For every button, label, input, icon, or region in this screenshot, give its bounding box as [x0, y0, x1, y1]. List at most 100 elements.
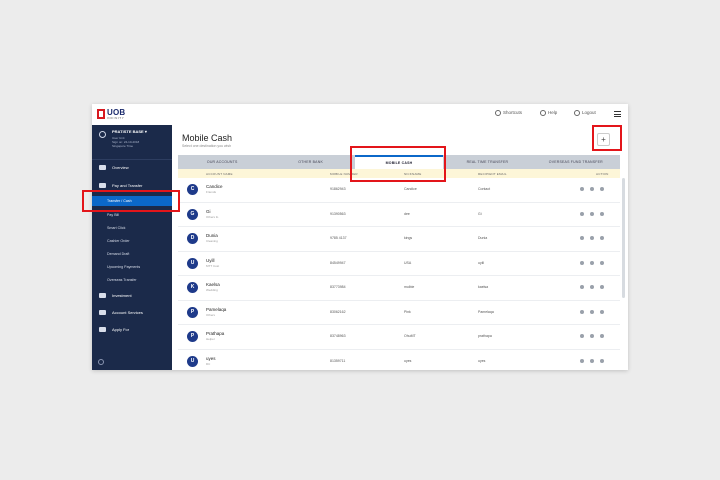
mobile-number: 91862943 [330, 187, 346, 191]
view-icon[interactable] [580, 236, 584, 240]
logo-subtext: INFINITY [107, 116, 125, 120]
sidebar-subitem-cashier-order[interactable]: Cashier Order [107, 239, 130, 243]
avatar: P [187, 306, 198, 318]
sidebar-subitem-overseas-transfer[interactable]: Overseas Transfer [107, 278, 137, 282]
help-button[interactable]: Help [540, 110, 557, 116]
page-subtitle: Select one destination you wish [182, 144, 232, 148]
mobile-number: 84549947 [330, 260, 346, 265]
delete-icon[interactable] [600, 334, 604, 338]
profile-line: Singapore Time [112, 144, 134, 148]
column-header: ACCOUNT NAME [206, 172, 233, 176]
logout-icon [574, 110, 580, 116]
view-icon[interactable] [580, 309, 584, 314]
avatar: P [187, 331, 198, 342]
avatar: U [187, 257, 198, 269]
mobile-number: 83062162 [330, 309, 346, 314]
tab-real-time-transfer[interactable]: REAL TIME TRANSFER [443, 155, 531, 169]
recipient-email: Dunia [478, 236, 488, 240]
investment-icon [99, 293, 106, 298]
scrollbar[interactable] [622, 178, 625, 298]
view-icon[interactable] [580, 285, 584, 289]
avatar: U [187, 355, 198, 367]
payee-category: Cleaning [206, 239, 218, 243]
payee-name: Kaelsa [206, 282, 220, 287]
logout-label: Logout [582, 110, 596, 116]
edit-icon[interactable] [590, 358, 594, 363]
tab-overseas-fund-transfer[interactable]: OVERSEAS FUND TRANSFER [532, 155, 620, 169]
edit-icon[interactable] [590, 260, 594, 265]
table-row[interactable]: D Dunia Cleaning 9785 4137 kings Dunia [178, 227, 620, 252]
edit-icon[interactable] [590, 285, 594, 289]
view-icon[interactable] [580, 358, 584, 363]
help-label: Help [548, 110, 558, 116]
delete-icon[interactable] [600, 358, 604, 363]
recipient-email: Gi [478, 211, 482, 216]
view-icon[interactable] [580, 260, 584, 265]
sidebar: PRATISTE BASE ▾ User Unit Sign on: 24-10… [92, 125, 172, 370]
delete-icon[interactable] [600, 211, 604, 216]
sidebar-item-label: Pay and Transfer [112, 183, 143, 188]
apply-icon [99, 327, 106, 332]
view-icon[interactable] [580, 211, 584, 216]
table-row[interactable]: U Uyill MTT Cost 84549947 USA uyill [178, 252, 620, 276]
edit-icon[interactable] [590, 211, 594, 216]
profile-name: PRATISTE BASE ▾ [112, 129, 147, 134]
sidebar-subitem-smart-click[interactable]: Smart Click [107, 226, 125, 230]
table-row[interactable]: K Kaelsa Wedding 83773984 mulbie kaelsa [178, 276, 620, 301]
delete-icon[interactable] [600, 187, 604, 191]
nickname: USA [404, 260, 412, 265]
app-window: UOB INFINITY Shortcuts Help Logout PRATI… [92, 104, 628, 370]
edit-icon[interactable] [590, 309, 594, 314]
payee-name: Pamelaqa [206, 306, 227, 312]
payee-name: Prathapa [206, 331, 225, 336]
payee-category: Wedding [206, 288, 218, 292]
table-row[interactable]: G Gi Others fo 91390563 dee Gi [178, 203, 620, 227]
edit-icon[interactable] [590, 236, 594, 240]
avatar: C [187, 184, 198, 195]
sidebar-subitem-demand-draft[interactable]: Demand Draft [107, 252, 129, 256]
mobile-number: 91390563 [330, 211, 346, 216]
recipient-email: Contact [478, 187, 491, 191]
delete-icon[interactable] [600, 236, 604, 240]
payee-name: Gi [206, 208, 211, 214]
recipient-email: uyill [478, 260, 485, 265]
delete-icon[interactable] [600, 309, 604, 314]
avatar: K [187, 282, 198, 293]
table-row[interactable]: P Prathapa Helper 83748963 OhuMT prathapa [178, 325, 620, 350]
edit-icon[interactable] [590, 187, 594, 191]
sidebar-subitem-pay-bill[interactable]: Pay Bill [107, 213, 119, 217]
sidebar-subitem-upcoming-payments[interactable]: Upcoming Payments [107, 265, 140, 269]
tab-our-accounts[interactable]: OUR ACCOUNTS [178, 155, 266, 169]
view-icon[interactable] [580, 334, 584, 338]
overview-icon [99, 165, 106, 170]
mobile-number: 83748963 [330, 334, 346, 338]
logout-button[interactable]: Logout [574, 110, 596, 116]
uob-logo[interactable]: UOB INFINITY [97, 108, 137, 122]
payee-name: uyes [206, 355, 216, 361]
delete-icon[interactable] [600, 260, 604, 265]
top-bar: UOB INFINITY Shortcuts Help Logout [92, 104, 628, 126]
recipient-email: prathapa [478, 334, 492, 338]
table-row[interactable]: P Pamelaqa Others 83062162 Pink Pamelaqa [178, 301, 620, 325]
menu-icon[interactable] [614, 111, 621, 119]
payee-category: Friends [206, 190, 217, 194]
table-row[interactable]: Uuyes DC 81359711 uyes uyes [178, 350, 620, 371]
sidebar-item-label: Apply For [112, 327, 130, 332]
transfer-icon [99, 183, 106, 188]
profile-panel[interactable]: PRATISTE BASE ▾ User Unit Sign on: 24-10… [92, 125, 172, 160]
column-header: RECIPIENT EMAIL [478, 172, 507, 176]
user-icon [99, 131, 106, 138]
nickname: dee [404, 211, 410, 216]
highlight-add-button [592, 125, 622, 151]
tab-other-bank[interactable]: OTHER BANK [266, 155, 354, 169]
shortcuts-button[interactable]: Shortcuts [495, 110, 522, 116]
payee-name: Uyill [206, 257, 215, 263]
nickname: mulbie [404, 285, 415, 289]
edit-icon[interactable] [590, 334, 594, 338]
recipient-email: uyes [478, 358, 486, 363]
view-icon[interactable] [580, 187, 584, 191]
collapse-sidebar-icon[interactable] [98, 359, 104, 365]
delete-icon[interactable] [600, 285, 604, 289]
payee-category: Others [206, 312, 216, 317]
nickname: uyes [404, 358, 412, 363]
